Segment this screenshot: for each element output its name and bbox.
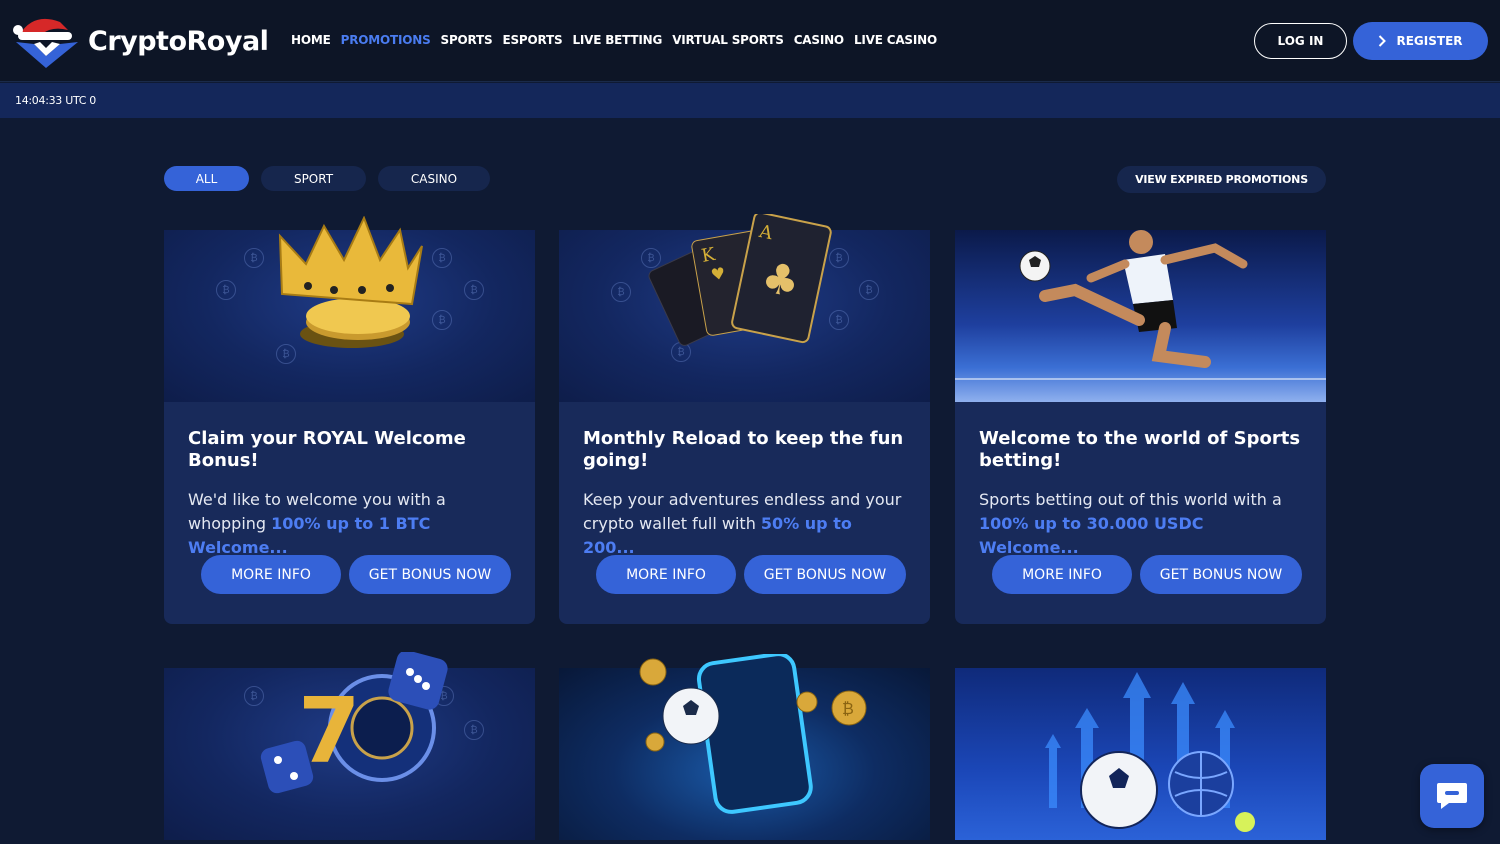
nav-item-home[interactable]: HOME — [291, 33, 331, 47]
nav-item-casino[interactable]: CASINO — [794, 33, 844, 47]
promo-title: Welcome to the world of Sports betting! — [979, 428, 1301, 471]
promo-card: ₿ ₿ ₿ ₿ ₿ ₿ K ♥ A ♣ Monthly Reload to ke… — [559, 214, 930, 624]
get-bonus-now-button[interactable]: GET BONUS NOW — [744, 555, 906, 594]
promo-title: Claim your ROYAL Welcome Bonus! — [188, 428, 466, 471]
nav-item-promotions[interactable]: PROMOTIONS — [341, 33, 431, 47]
promo-description: Keep your adventures endless and your cr… — [583, 490, 902, 557]
chat-button[interactable] — [1420, 764, 1484, 828]
promo-card-body: Monthly Reload to keep the fun going! Ke… — [559, 402, 930, 624]
chevron-right-icon — [1379, 35, 1387, 47]
promo-card: Welcome to the world of Sports betting! … — [955, 230, 1326, 624]
register-label: REGISTER — [1396, 34, 1463, 48]
logo-mark-icon — [12, 12, 82, 70]
filter-tab-all[interactable]: ALL — [164, 166, 249, 191]
filter-tab-sport[interactable]: SPORT — [261, 166, 366, 191]
svg-text:₿: ₿ — [842, 699, 854, 718]
login-button[interactable]: LOG IN — [1254, 23, 1347, 59]
promo-card: ₿ ₿ ₿ ₿ ₿ ₿ Claim your ROYAL Welcome Bon… — [164, 216, 535, 624]
more-info-button[interactable]: MORE INFO — [992, 555, 1132, 594]
promo-filter-tabs: ALL SPORT CASINO — [164, 166, 490, 191]
nav-item-esports[interactable]: ESPORTS — [502, 33, 562, 47]
promo-card — [955, 668, 1326, 844]
status-bar: 14:04:33 UTC 0 — [0, 83, 1500, 118]
view-expired-promotions-button[interactable]: VIEW EXPIRED PROMOTIONS — [1117, 166, 1326, 193]
main-nav: HOME PROMOTIONS SPORTS ESPORTS LIVE BETT… — [291, 33, 937, 47]
clock-text: 14:04:33 UTC 0 — [15, 94, 97, 107]
brand-name: CryptoRoyal — [88, 25, 269, 57]
more-info-button[interactable]: MORE INFO — [201, 555, 341, 594]
more-info-button[interactable]: MORE INFO — [596, 555, 736, 594]
promo-description: We'd like to welcome you with a whopping… — [188, 490, 446, 557]
register-button[interactable]: REGISTER — [1353, 22, 1488, 60]
chat-bubble-icon — [1437, 783, 1467, 809]
promo-card-body: Welcome to the world of Sports betting! … — [955, 402, 1326, 624]
get-bonus-now-button[interactable]: GET BONUS NOW — [349, 555, 511, 594]
promo-title: Monthly Reload to keep the fun going! — [583, 428, 904, 471]
filter-tab-casino[interactable]: CASINO — [378, 166, 490, 191]
promo-card: ₿ ₿ ₿ 7 — [164, 652, 535, 844]
promo-description: Sports betting out of this world with a … — [979, 490, 1282, 557]
promo-card: ₿ — [559, 654, 930, 844]
promo-image-crown-coins: ₿ ₿ ₿ ₿ ₿ ₿ — [164, 216, 535, 402]
promo-image-playing-cards: ₿ ₿ ₿ ₿ ₿ ₿ K ♥ A ♣ — [559, 214, 930, 402]
promo-image-phone-football-coins: ₿ — [559, 654, 930, 840]
nav-item-live-casino[interactable]: LIVE CASINO — [854, 33, 937, 47]
promo-highlight: 100% up to 30.000 USDC Welcome... — [979, 514, 1204, 557]
promo-image-football-player — [955, 230, 1326, 402]
get-bonus-now-button[interactable]: GET BONUS NOW — [1140, 555, 1302, 594]
promo-image-balls-arrows — [955, 668, 1326, 840]
logo[interactable]: CryptoRoyal — [12, 12, 269, 70]
promo-image-slot-roulette-dice: ₿ ₿ ₿ 7 — [164, 652, 535, 840]
nav-item-sports[interactable]: SPORTS — [441, 33, 493, 47]
nav-item-virtual-sports[interactable]: VIRTUAL SPORTS — [672, 33, 784, 47]
top-navigation-bar: CryptoRoyal HOME PROMOTIONS SPORTS ESPOR… — [0, 0, 1500, 82]
nav-item-live-betting[interactable]: LIVE BETTING — [572, 33, 662, 47]
promo-card-body: Claim your ROYAL Welcome Bonus! We'd lik… — [164, 402, 535, 624]
